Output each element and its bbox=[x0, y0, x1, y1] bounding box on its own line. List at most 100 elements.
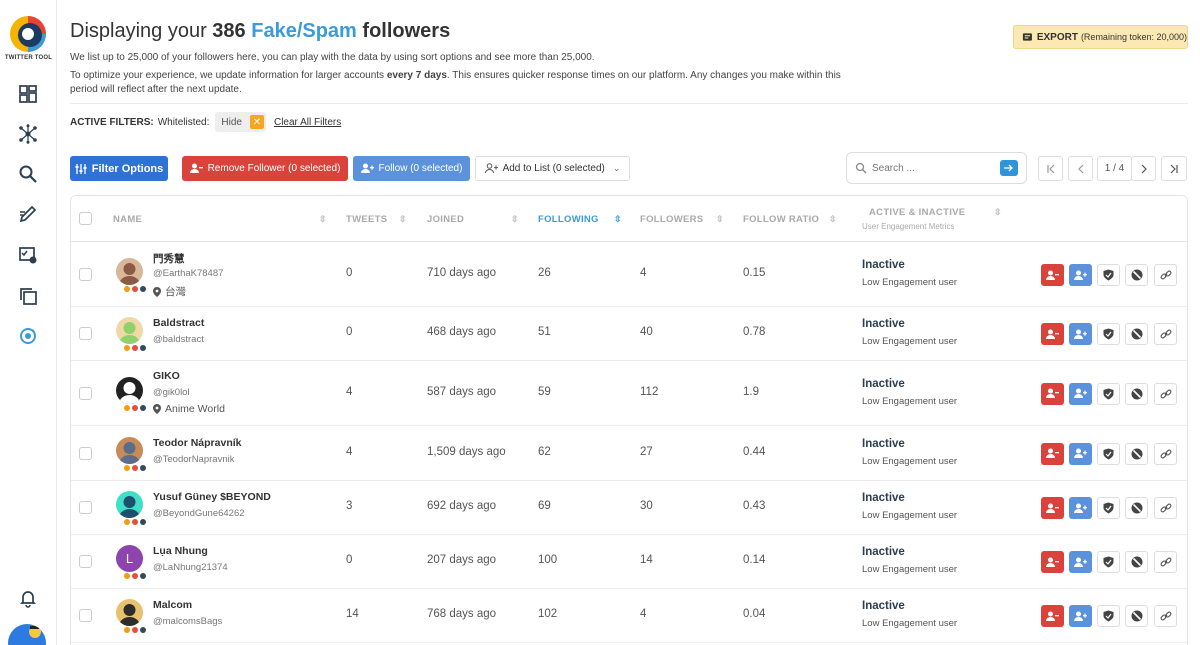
logo-icon[interactable] bbox=[8, 14, 48, 54]
whitelist-button[interactable] bbox=[1097, 264, 1120, 286]
profile-link-button[interactable] bbox=[1154, 442, 1177, 465]
user-handle[interactable]: @EarthaK78487 bbox=[153, 268, 223, 279]
prev-page-button[interactable] bbox=[1068, 156, 1093, 181]
user-handle[interactable]: @gik0lol bbox=[153, 387, 190, 398]
whitelist-button[interactable] bbox=[1097, 551, 1120, 573]
follow-row-button[interactable] bbox=[1069, 605, 1092, 627]
whitelist-button[interactable] bbox=[1097, 442, 1120, 465]
avatar[interactable] bbox=[116, 491, 143, 518]
refresh-icon[interactable] bbox=[17, 325, 39, 347]
user-name[interactable]: Baldstract bbox=[153, 317, 204, 329]
bell-icon[interactable] bbox=[17, 587, 39, 609]
profile-link-button[interactable] bbox=[1154, 497, 1177, 519]
whitelist-button[interactable] bbox=[1097, 497, 1120, 519]
avatar[interactable]: L bbox=[116, 545, 143, 572]
cell-joined: 587 days ago bbox=[427, 385, 497, 398]
dashboard-icon[interactable] bbox=[17, 83, 39, 105]
last-page-button[interactable] bbox=[1161, 156, 1187, 181]
remove-follower-row-button[interactable] bbox=[1041, 264, 1064, 286]
col-active[interactable]: ACTIVE & INACTIVE ⇳ bbox=[869, 207, 1002, 218]
search-input[interactable] bbox=[872, 162, 1002, 174]
block-button[interactable] bbox=[1125, 264, 1148, 286]
network-icon[interactable] bbox=[17, 123, 39, 145]
block-button[interactable] bbox=[1125, 323, 1148, 345]
row-checkbox[interactable] bbox=[79, 555, 92, 568]
col-follow-ratio[interactable]: FOLLOW RATIO ⇳ bbox=[743, 214, 837, 225]
remove-follower-row-button[interactable] bbox=[1041, 497, 1064, 519]
row-checkbox[interactable] bbox=[79, 609, 92, 622]
col-name[interactable]: NAME ⇳ bbox=[113, 214, 327, 225]
profile-link-button[interactable] bbox=[1154, 382, 1177, 405]
next-page-button[interactable] bbox=[1131, 156, 1156, 181]
search-box[interactable] bbox=[846, 152, 1027, 184]
block-button[interactable] bbox=[1125, 442, 1148, 465]
user-name[interactable]: GIKO bbox=[153, 370, 180, 382]
profile-link-button[interactable] bbox=[1154, 264, 1177, 286]
col-following[interactable]: FOLLOWING ⇳ bbox=[538, 214, 622, 225]
remove-follower-row-button[interactable] bbox=[1041, 382, 1064, 405]
user-handle[interactable]: @malcomsBags bbox=[153, 616, 222, 627]
col-followers[interactable]: FOLLOWERS ⇳ bbox=[640, 214, 724, 225]
profile-link-button[interactable] bbox=[1154, 323, 1177, 345]
col-tweets[interactable]: TWEETS ⇳ bbox=[346, 214, 407, 225]
first-page-button[interactable] bbox=[1038, 156, 1063, 181]
user-name[interactable]: 門秀慧 bbox=[153, 251, 185, 266]
remove-follower-row-button[interactable] bbox=[1041, 605, 1064, 627]
filter-options-button[interactable]: Filter Options bbox=[70, 156, 168, 181]
user-handle[interactable]: @LaNhung21374 bbox=[153, 562, 228, 573]
whitelist-button[interactable] bbox=[1097, 605, 1120, 627]
clear-filters-link[interactable]: Clear All Filters bbox=[274, 117, 341, 128]
select-all-checkbox[interactable] bbox=[79, 212, 92, 225]
follow-row-button[interactable] bbox=[1069, 382, 1092, 405]
row-checkbox[interactable] bbox=[79, 268, 92, 281]
avatar[interactable] bbox=[116, 317, 143, 344]
avatar[interactable] bbox=[116, 258, 143, 285]
remove-follower-row-button[interactable] bbox=[1041, 323, 1064, 345]
user-avatar[interactable] bbox=[8, 624, 46, 645]
col-joined[interactable]: JOINED ⇳ bbox=[427, 214, 519, 225]
edit-icon[interactable] bbox=[17, 203, 39, 225]
user-handle[interactable]: @TeodorNapravnik bbox=[153, 454, 234, 465]
row-checkbox[interactable] bbox=[79, 327, 92, 340]
row-checkbox[interactable] bbox=[79, 386, 92, 400]
follow-button[interactable]: Follow (0 selected) bbox=[353, 156, 470, 181]
search-icon[interactable] bbox=[17, 163, 39, 185]
whitelist-button[interactable] bbox=[1097, 382, 1120, 405]
user-name[interactable]: Yusuf Güney $BEYOND bbox=[153, 491, 271, 503]
user-handle[interactable]: @baldstract bbox=[153, 334, 204, 345]
cell-followers: 4 bbox=[640, 608, 647, 620]
block-button[interactable] bbox=[1125, 605, 1148, 627]
user-name[interactable]: Lụa Nhung bbox=[153, 545, 208, 557]
status-badge: Inactive bbox=[862, 492, 905, 504]
export-button[interactable]: EXPORT (Remaining token: 20,000) bbox=[1013, 25, 1188, 49]
remove-follower-row-button[interactable] bbox=[1041, 551, 1064, 573]
copy-icon[interactable] bbox=[17, 285, 39, 307]
follow-row-button[interactable] bbox=[1069, 264, 1092, 286]
whitelist-button[interactable] bbox=[1097, 323, 1120, 345]
close-icon[interactable]: ✕ bbox=[249, 115, 264, 129]
checklist-icon[interactable] bbox=[17, 244, 39, 266]
remove-follower-row-button[interactable] bbox=[1041, 442, 1064, 465]
user-name[interactable]: Teodor Nápravník bbox=[153, 437, 242, 449]
block-button[interactable] bbox=[1125, 382, 1148, 405]
profile-link-button[interactable] bbox=[1154, 551, 1177, 573]
row-checkbox[interactable] bbox=[79, 446, 92, 460]
avatar[interactable] bbox=[116, 376, 143, 404]
avatar[interactable] bbox=[116, 436, 143, 464]
block-button[interactable] bbox=[1125, 551, 1148, 573]
search-submit-button[interactable] bbox=[1000, 160, 1018, 176]
follow-row-button[interactable] bbox=[1069, 323, 1092, 345]
row-checkbox[interactable] bbox=[79, 501, 92, 514]
user-name[interactable]: Malcom bbox=[153, 599, 192, 611]
filter-chip-hide[interactable]: Hide ✕ bbox=[215, 112, 266, 132]
profile-link-button[interactable] bbox=[1154, 605, 1177, 627]
user-handle[interactable]: @BeyondGune64262 bbox=[153, 508, 245, 519]
follow-row-button[interactable] bbox=[1069, 497, 1092, 519]
remove-follower-button[interactable]: Remove Follower (0 selected) bbox=[182, 156, 348, 181]
cell-following: 51 bbox=[538, 326, 551, 338]
add-to-list-button[interactable]: Add to List (0 selected) ⌄ bbox=[475, 156, 630, 181]
avatar[interactable] bbox=[116, 599, 143, 626]
follow-row-button[interactable] bbox=[1069, 551, 1092, 573]
block-button[interactable] bbox=[1125, 497, 1148, 519]
follow-row-button[interactable] bbox=[1069, 442, 1092, 465]
